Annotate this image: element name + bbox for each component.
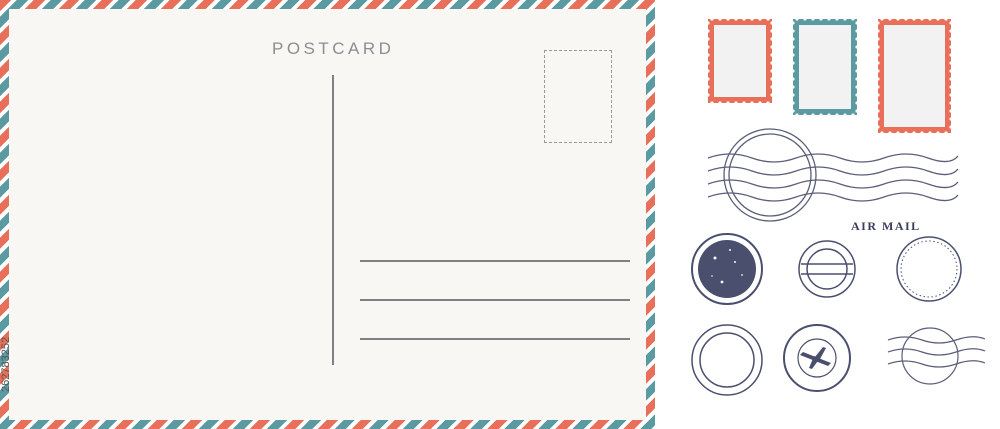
wavy-cancellation-postmark — [707, 128, 959, 222]
wavy-circle-cancellation — [887, 327, 986, 385]
dotted-ring-stamp — [896, 236, 962, 302]
airmail-round-stamp — [783, 324, 851, 392]
solid-round-stamp — [691, 233, 763, 305]
postmark-layer — [691, 128, 986, 396]
double-ring-stamp — [691, 324, 763, 396]
airmail-label: AIR MAIL — [851, 219, 921, 233]
ring-band-stamp — [798, 240, 856, 298]
